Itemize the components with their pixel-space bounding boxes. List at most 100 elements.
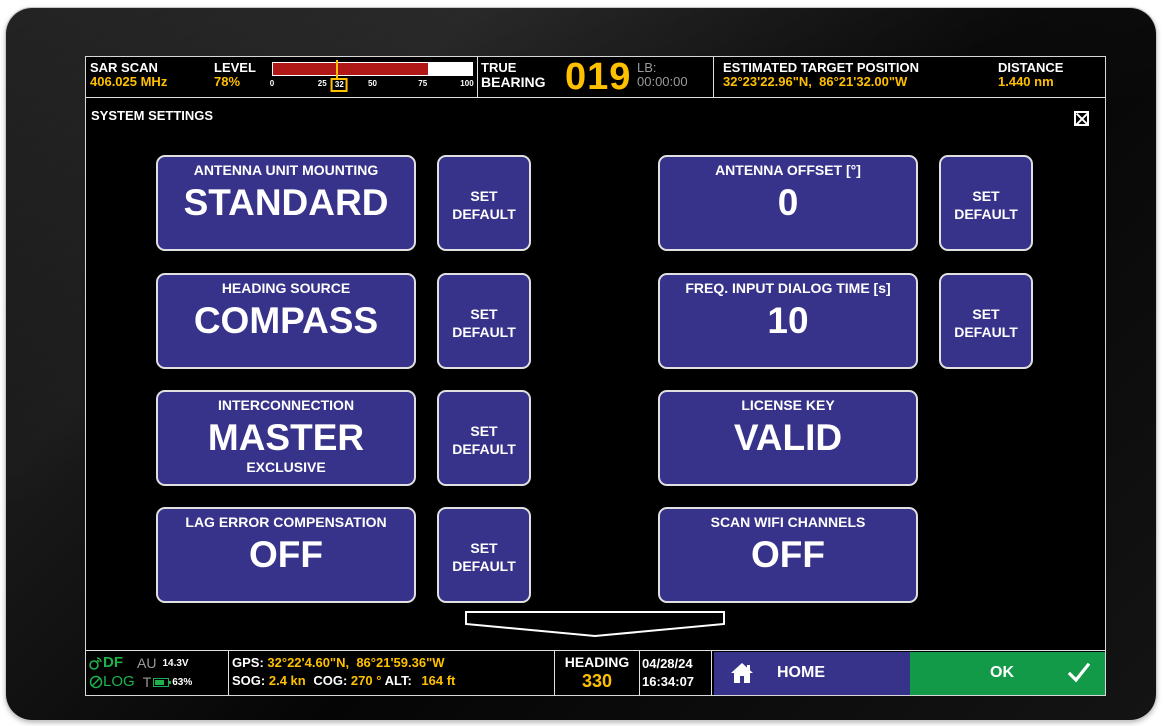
ok-button[interactable]: OK	[910, 652, 1105, 695]
set-default-line2: DEFAULT	[452, 324, 516, 340]
heading-source-button[interactable]: HEADING SOURCE COMPASS	[156, 273, 416, 369]
distance-value: 1.440 nm	[998, 74, 1054, 89]
antenna-offset-value: 0	[777, 182, 799, 223]
antenna-offset-set-default-button[interactable]: SET DEFAULT	[939, 155, 1033, 251]
bearing-value: 019	[565, 56, 632, 98]
interconnection-button[interactable]: INTERCONNECTION MASTER EXCLUSIVE	[156, 390, 416, 486]
interconnection-label: INTERCONNECTION	[217, 397, 355, 413]
level-bar-fill	[273, 63, 428, 75]
lb-cell: LB: 00:00:00	[637, 61, 688, 89]
lag-error-button[interactable]: LAG ERROR COMPENSATION OFF	[156, 507, 416, 603]
level-tick: 50	[368, 79, 377, 88]
freq-dialog-time-label: FREQ. INPUT DIALOG TIME [s]	[685, 280, 891, 296]
lag-error-set-default-button[interactable]: SET DEFAULT	[437, 507, 531, 603]
divider	[554, 651, 555, 696]
distance-label: DISTANCE	[998, 60, 1064, 75]
interconnection-value: MASTER	[207, 417, 365, 458]
interconnection-set-default-button[interactable]: SET DEFAULT	[437, 390, 531, 486]
sar-scan-cell: SAR SCAN 406.025 MHz	[90, 61, 167, 101]
divider	[228, 651, 229, 696]
freq-dialog-time-button[interactable]: FREQ. INPUT DIALOG TIME [s] 10	[658, 273, 918, 369]
antenna-mounting-value: STANDARD	[183, 182, 389, 223]
gps-cell: GPS: 32°22'4.60"N, 86°21'59.36"W SOG: 2.…	[232, 654, 455, 699]
antenna-offset-button[interactable]: ANTENNA OFFSET [°] 0	[658, 155, 918, 251]
lag-error-value: OFF	[249, 534, 323, 575]
au-label: AU	[137, 655, 157, 671]
target-position-cell: ESTIMATED TARGET POSITION 32°23'22.96"N,…	[723, 61, 919, 89]
level-tick: 100	[460, 79, 474, 88]
lb-time: 00:00:00	[637, 74, 688, 89]
antenna-mounting-set-default-button[interactable]: SET DEFAULT	[437, 155, 531, 251]
license-key-button[interactable]: LICENSE KEY VALID	[658, 390, 918, 486]
scan-wifi-label: SCAN WIFI CHANNELS	[710, 514, 866, 530]
checkmark-icon	[1068, 663, 1090, 683]
mode-cell: DF AU 14.3V LOG T 63%	[89, 654, 192, 699]
license-key-value: VALID	[733, 417, 843, 458]
gps-label: GPS:	[232, 655, 264, 670]
target-position-label: ESTIMATED TARGET POSITION	[723, 60, 919, 75]
level-tick: 0	[269, 79, 275, 88]
antenna-mounting-button[interactable]: ANTENNA UNIT MOUNTING STANDARD	[156, 155, 416, 251]
voltage-value: 14.3V	[162, 657, 189, 669]
datetime-cell: 04/28/24 16:34:07	[642, 655, 694, 700]
antenna-mounting-label: ANTENNA UNIT MOUNTING	[193, 162, 379, 178]
freq-dialog-time-set-default-button[interactable]: SET DEFAULT	[939, 273, 1033, 369]
cog-value: 270 °	[350, 673, 382, 688]
home-button[interactable]: HOME	[714, 652, 910, 695]
device-bezel: SAR SCAN 406.025 MHz LEVEL 78% 0 25 32 5…	[6, 8, 1156, 720]
battery-icon	[153, 677, 172, 687]
level-value: 78%	[214, 74, 241, 89]
home-icon	[731, 663, 753, 683]
set-default-line1: SET	[470, 423, 498, 439]
t-label: T	[142, 674, 152, 690]
set-default-line2: DEFAULT	[954, 206, 1018, 222]
sog-value: 2.4 kn	[268, 673, 306, 688]
scan-wifi-button[interactable]: SCAN WIFI CHANNELS OFF	[658, 507, 918, 603]
set-default-line1: SET	[972, 306, 1000, 322]
level-ticks: 0 25 32 50 75 100	[269, 78, 474, 93]
screen: SAR SCAN 406.025 MHz LEVEL 78% 0 25 32 5…	[85, 56, 1106, 696]
log-icon	[89, 675, 103, 689]
target-position-value: 32°23'22.96"N, 86°21'32.00"W	[723, 74, 908, 89]
divider	[639, 651, 640, 696]
license-key-label: LICENSE KEY	[741, 397, 835, 413]
freq-dialog-time-value: 10	[767, 300, 809, 341]
cog-label: COG:	[313, 673, 348, 688]
bearing-label: TRUE BEARING	[481, 61, 546, 90]
heading-cell: HEADING 330	[556, 654, 638, 699]
divider	[477, 57, 478, 97]
sog-label: SOG:	[232, 673, 266, 688]
heading-value: 330	[581, 671, 613, 691]
level-tick: 25	[317, 79, 327, 88]
sar-scan-label: SAR SCAN	[90, 60, 158, 75]
satellite-icon	[89, 657, 102, 670]
scroll-down-chevron-icon[interactable]	[464, 610, 726, 638]
level-cell: LEVEL 78%	[214, 61, 256, 101]
gps-value: 32°22'4.60"N, 86°21'59.36"W	[267, 655, 445, 670]
divider	[711, 651, 712, 696]
set-default-line1: SET	[470, 188, 498, 204]
level-threshold-tick: 32	[330, 78, 348, 92]
time-value: 16:34:07	[642, 674, 695, 689]
set-default-line2: DEFAULT	[452, 206, 516, 222]
level-tick: 75	[418, 79, 428, 88]
home-label: HOME	[777, 664, 825, 681]
heading-source-set-default-button[interactable]: SET DEFAULT	[437, 273, 531, 369]
set-default-line1: SET	[470, 540, 498, 556]
bottom-status-bar: DF AU 14.3V LOG T 63% GPS: 32°22'4.60"N,…	[86, 650, 1105, 696]
alt-label: ALT:	[384, 673, 412, 688]
date-value: 04/28/24	[642, 656, 693, 671]
lb-label: LB:	[637, 60, 657, 75]
scan-wifi-value: OFF	[751, 534, 825, 575]
antenna-offset-label: ANTENNA OFFSET [°]	[715, 162, 861, 178]
distance-cell: DISTANCE 1.440 nm	[998, 61, 1063, 89]
ok-label: OK	[990, 664, 1014, 681]
level-threshold-marker	[336, 60, 338, 78]
set-default-line2: DEFAULT	[954, 324, 1018, 340]
divider	[713, 57, 714, 97]
set-default-line1: SET	[972, 188, 1000, 204]
close-icon[interactable]	[1074, 111, 1089, 126]
heading-label: HEADING	[564, 654, 630, 670]
alt-value: 164 ft	[421, 673, 456, 688]
interconnection-sub: EXCLUSIVE	[246, 459, 326, 475]
